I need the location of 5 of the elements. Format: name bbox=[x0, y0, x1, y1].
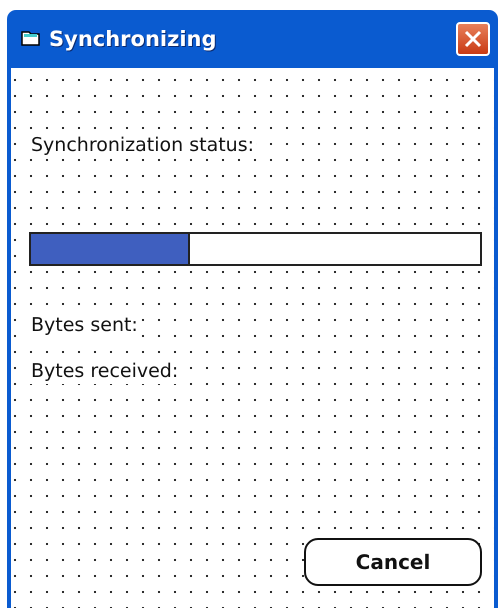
close-button[interactable] bbox=[456, 22, 490, 56]
cancel-button[interactable]: Cancel bbox=[304, 538, 482, 586]
close-icon bbox=[463, 29, 483, 49]
window-title: Synchronizing bbox=[49, 27, 218, 51]
window-icon bbox=[21, 30, 41, 48]
